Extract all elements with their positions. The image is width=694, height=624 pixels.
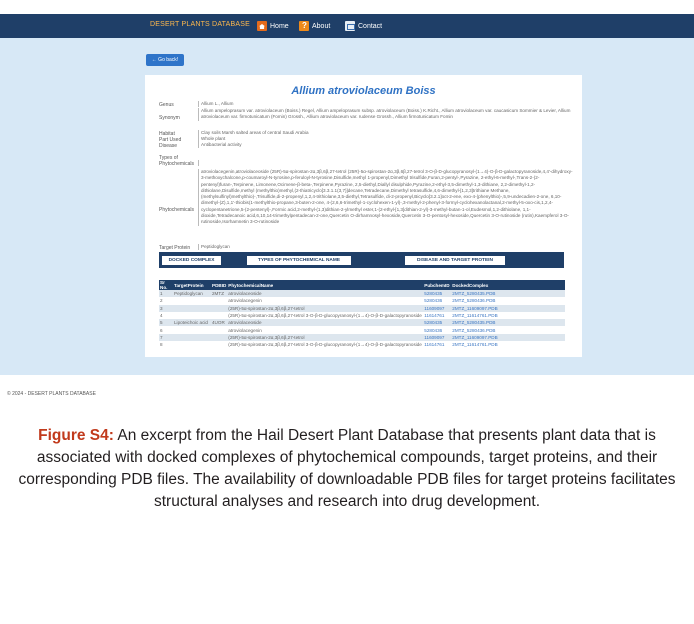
plant-details-card: Allium atroviolaceum Boiss Genus Allium … xyxy=(145,75,582,357)
nav-about-link[interactable]: About xyxy=(299,19,330,33)
disease-label: Disease xyxy=(159,143,178,149)
cell-sr-no: 8 xyxy=(159,341,173,349)
pubchem-link[interactable]: 5280436 xyxy=(423,297,452,305)
target-protein-label: Target Protein xyxy=(159,245,191,251)
pdb-download-link[interactable]: 2MTZ_5280435.PDB xyxy=(451,319,565,327)
nav-about-label: About xyxy=(312,22,331,30)
pubchem-link[interactable]: 5280436 xyxy=(423,326,452,334)
pdb-download-link[interactable]: 2MTZ_11614761.PDB xyxy=(451,311,565,320)
cell-target-protein xyxy=(173,297,211,305)
figure-caption: Figure S4: An excerpt from the Hail Dese… xyxy=(0,425,694,513)
column-header-pdbid: PDBID xyxy=(211,280,228,290)
cell-sr-no: 4 xyxy=(159,311,173,320)
cell-target-protein: Lipoteichoic acid xyxy=(173,319,211,327)
mail-icon xyxy=(345,21,355,31)
table-row: 7 (25R)-5α-spirostan-2α,3β,6β,27-tetrol … xyxy=(159,333,565,342)
cell-pdbid xyxy=(211,297,228,305)
plant-title: Allium atroviolaceum Boiss xyxy=(291,85,436,97)
phytochemical-types-value xyxy=(198,160,574,166)
help-icon xyxy=(299,21,309,31)
pdb-download-link[interactable]: 2MTZ_5280436.PDB xyxy=(451,297,565,305)
genus-value: Allium L., Allium xyxy=(198,101,574,108)
cell-phytochemical-name: (25R)-5α-spirostan-2α,3β,6β,27-tetrol xyxy=(227,333,424,342)
cell-pdbid xyxy=(211,333,228,342)
column-header-docked-complex: DockedComplex xyxy=(451,280,565,290)
pdb-download-link[interactable]: 2MTZ_5280435.PDB xyxy=(451,290,565,298)
table-row: 8 (25R)-5α-spirostan-2α,3β,6β,27-tetrol … xyxy=(159,341,565,349)
synonym-label: Synonym xyxy=(159,115,180,121)
pubchem-link[interactable]: 11609097 xyxy=(423,304,452,312)
cell-phytochemical-name: (25R)-5α-spirostan-2α,3β,6β,27-tetrol 3-… xyxy=(227,341,424,349)
column-header-phytochemical-name: PhytochemicalName xyxy=(227,280,424,290)
cell-target-protein: Peptidoglycan xyxy=(173,290,211,298)
cell-pdbid xyxy=(211,311,228,320)
cell-sr-no: 5 xyxy=(159,319,173,327)
pubchem-link[interactable]: 11614761 xyxy=(423,311,452,320)
nav-contact-link[interactable]: Contact xyxy=(345,19,382,33)
cell-sr-no: 2 xyxy=(159,297,173,305)
pubchem-link[interactable]: 5280435 xyxy=(423,290,452,298)
go-back-button[interactable]: ← Go back! xyxy=(146,54,184,66)
cell-phytochemical-name: (25R)-5α-spirostan-2α,3β,6β,27-tetrol xyxy=(227,304,424,312)
docked-complex-table: Sr No. TargetProtein PDBID Phytochemical… xyxy=(159,280,565,349)
table-row: 1 Peptidoglycan 2MTZ atroviolaceoside 52… xyxy=(159,290,565,298)
table-row: 4 (25R)-5α-spirostan-2α,3β,6β,27-tetrol … xyxy=(159,311,565,320)
cell-target-protein xyxy=(173,341,211,349)
cell-phytochemical-name: atroviolaceoside xyxy=(227,290,424,298)
home-icon xyxy=(257,21,267,31)
cell-phytochemical-name: (25R)-5α-spirostan-2α,3β,6β,27-tetrol 3-… xyxy=(227,311,424,320)
section-tab-bar: DOCKED COMPLEX TYPES OF PHYTOCHEMICAL NA… xyxy=(159,252,564,268)
pubchem-link[interactable]: 11609097 xyxy=(423,333,452,342)
synonym-value: Allium ampeloprasum var. atroviolaceum (… xyxy=(198,108,574,121)
tab-phytochemical-types[interactable]: TYPES OF PHYTOCHEMICAL NAME xyxy=(247,255,351,265)
cell-pdbid: 2MTZ xyxy=(211,290,228,298)
cell-target-protein xyxy=(173,326,211,334)
pdb-download-link[interactable]: 2MTZ_11609097.PDB xyxy=(451,304,565,312)
phytochemical-types-label: Types of Phytochemicals xyxy=(159,155,195,167)
cell-pdbid xyxy=(211,341,228,349)
cell-sr-no: 6 xyxy=(159,326,173,334)
cell-phytochemical-name: atroviolaceoside xyxy=(227,319,424,327)
table-header-row: Sr No. TargetProtein PDBID Phytochemical… xyxy=(159,280,565,290)
top-navbar: DESERT PLANTS DATABASE Home About Contac… xyxy=(0,14,694,38)
table-row: 5 Lipoteichoic acid 4UOR atroviolaceosid… xyxy=(159,319,565,327)
column-header-target-protein: TargetProtein xyxy=(173,280,211,290)
cell-phytochemical-name: atroviolacegenin xyxy=(227,297,424,305)
cell-pdbid: 4UOR xyxy=(211,319,228,327)
tab-docked-complex[interactable]: DOCKED COMPLEX xyxy=(162,255,221,265)
pdb-download-link[interactable]: 2MTZ_11614761.PDB xyxy=(451,341,565,349)
phytochemicals-label: Phytochemicals xyxy=(159,207,195,213)
cell-target-protein xyxy=(173,304,211,312)
cell-sr-no: 7 xyxy=(159,333,173,342)
column-header-pubchem-id: PubchemID xyxy=(423,280,452,290)
pdb-download-link[interactable]: 2MTZ_11609097.PDB xyxy=(451,333,565,342)
cell-sr-no: 1 xyxy=(159,290,173,298)
nav-contact-label: Contact xyxy=(358,22,383,30)
target-protein-value: Peptidoglycan xyxy=(198,244,574,251)
cell-pdbid xyxy=(211,304,228,312)
cell-sr-no: 3 xyxy=(159,304,173,312)
pubchem-link[interactable]: 11614761 xyxy=(423,341,452,349)
cell-phytochemical-name: atroviolacegenin xyxy=(227,326,424,334)
cell-target-protein xyxy=(173,333,211,342)
table-row: 2 atroviolacegenin 5280436 2MTZ_5280436.… xyxy=(159,297,565,305)
table-row: 3 (25R)-5α-spirostan-2α,3β,6β,27-tetrol … xyxy=(159,304,565,312)
disease-value: Antibacterial activity xyxy=(198,142,574,149)
cell-target-protein xyxy=(173,311,211,320)
nav-home-label: Home xyxy=(270,22,289,30)
pubchem-link[interactable]: 5280435 xyxy=(423,319,452,327)
column-header-sr-no: Sr No. xyxy=(159,280,173,290)
nav-home-link[interactable]: Home xyxy=(257,19,289,33)
page-footer: © 2024 - DESERT PLANTS DATABASE xyxy=(7,391,96,397)
pdb-download-link[interactable]: 2MTZ_5280436.PDB xyxy=(451,326,565,334)
phytochemicals-value: atroviolacegenin,atroviolaceoside (25R)-… xyxy=(198,169,574,226)
figure-label: Figure S4: xyxy=(38,427,114,444)
table-row: 6 atroviolacegenin 5280436 2MTZ_5280436.… xyxy=(159,326,565,334)
tab-disease-target-protein[interactable]: DISEASE AND TARGET PROTEIN xyxy=(405,255,505,265)
genus-label: Genus xyxy=(159,102,174,108)
cell-pdbid xyxy=(211,326,228,334)
brand-name[interactable]: DESERT PLANTS DATABASE xyxy=(150,21,250,28)
caption-text: An excerpt from the Hail Desert Plant Da… xyxy=(18,427,676,510)
